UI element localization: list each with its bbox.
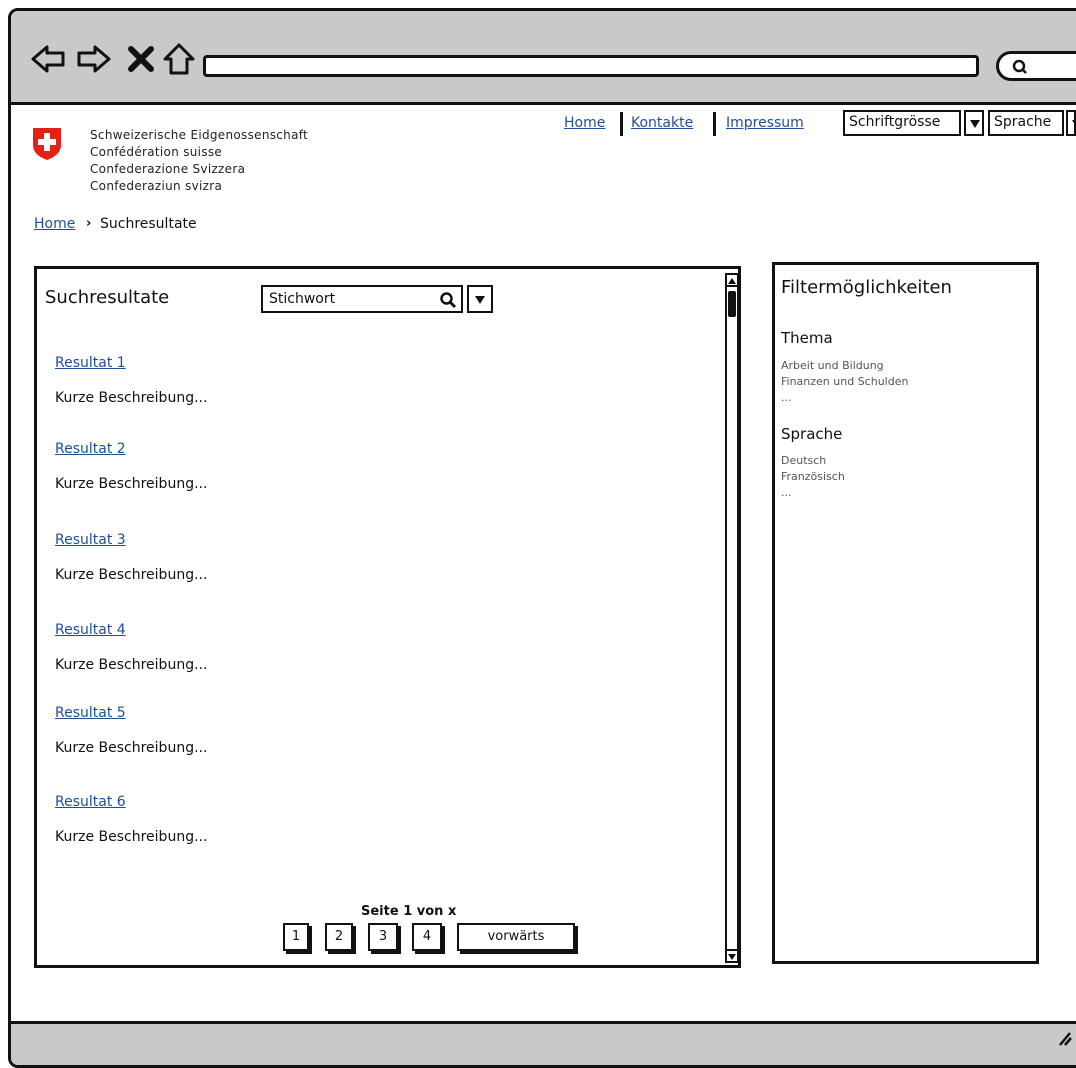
- filter-option[interactable]: Arbeit und Bildung: [781, 359, 884, 372]
- result-link[interactable]: Resultat 6: [55, 794, 126, 810]
- breadcrumb-chevron-icon: ›: [86, 216, 92, 231]
- keyword-dropdown-button[interactable]: [467, 285, 493, 313]
- results-title: Suchresultate: [45, 287, 170, 308]
- result-link[interactable]: Resultat 5: [55, 705, 126, 721]
- browser-toolbar: [11, 11, 1076, 105]
- filter-option[interactable]: Französisch: [781, 470, 845, 483]
- language-dropdown-arrow[interactable]: [1066, 110, 1076, 136]
- link-divider: [620, 112, 623, 136]
- filter-heading-sprache: Sprache: [781, 425, 843, 443]
- filter-panel: Filtermöglichkeiten Thema Arbeit und Bil…: [772, 262, 1039, 964]
- federal-name-it: Confederazione Svizzera: [90, 162, 246, 176]
- stop-icon[interactable]: [123, 39, 163, 79]
- page-button-2[interactable]: 2: [325, 923, 353, 951]
- result-description: Kurze Beschreibung...: [55, 657, 208, 673]
- breadcrumb-current: Suchresultate: [100, 216, 197, 232]
- filter-heading-thema: Thema: [781, 329, 833, 347]
- browser-search-field[interactable]: [996, 51, 1076, 81]
- font-size-dropdown[interactable]: Schriftgrösse: [843, 110, 961, 136]
- result-description: Kurze Beschreibung...: [55, 390, 208, 406]
- result-link[interactable]: Resultat 2: [55, 441, 126, 457]
- swiss-flag-logo: [32, 127, 62, 161]
- federal-name-rm: Confederaziun svizra: [90, 179, 223, 193]
- keyword-placeholder: Stichwort: [269, 291, 336, 307]
- back-arrow-icon[interactable]: [29, 39, 69, 79]
- result-description: Kurze Beschreibung...: [55, 740, 208, 756]
- browser-status-bar: [11, 1021, 1076, 1065]
- keyword-search-input[interactable]: Stichwort: [261, 285, 463, 313]
- result-description: Kurze Beschreibung...: [55, 567, 208, 583]
- result-link[interactable]: Resultat 3: [55, 532, 126, 548]
- next-page-button[interactable]: vorwärts: [457, 923, 575, 951]
- filter-option[interactable]: Finanzen und Schulden: [781, 375, 908, 388]
- forward-arrow-icon[interactable]: [73, 39, 113, 79]
- resize-grip-icon[interactable]: [1058, 1030, 1072, 1046]
- breadcrumb-home[interactable]: Home: [34, 216, 75, 232]
- search-icon[interactable]: [439, 291, 457, 309]
- result-link[interactable]: Resultat 1: [55, 355, 126, 371]
- filter-option-more[interactable]: ...: [781, 486, 792, 499]
- font-size-dropdown-arrow[interactable]: [964, 110, 984, 136]
- home-icon[interactable]: [159, 39, 199, 79]
- federal-name-de: Schweizerische Eidgenossenschaft: [90, 128, 309, 142]
- top-link-kontakte[interactable]: Kontakte: [631, 115, 693, 131]
- federal-name-fr: Confédération suisse: [90, 145, 223, 159]
- page-button-4[interactable]: 4: [412, 923, 442, 951]
- filter-option-more[interactable]: ...: [781, 391, 792, 404]
- results-scrollbar[interactable]: [725, 273, 739, 963]
- page-button-3[interactable]: 3: [368, 923, 398, 951]
- scroll-up-arrow-icon[interactable]: [727, 275, 737, 287]
- page-info: Seite 1 von x: [361, 904, 457, 919]
- top-link-impressum[interactable]: Impressum: [726, 115, 804, 131]
- top-link-home[interactable]: Home: [564, 115, 605, 131]
- filter-title: Filtermöglichkeiten: [781, 277, 952, 298]
- result-description: Kurze Beschreibung...: [55, 829, 208, 845]
- result-link[interactable]: Resultat 4: [55, 622, 126, 638]
- link-divider: [713, 112, 716, 136]
- address-bar[interactable]: [203, 55, 979, 77]
- results-panel: Suchresultate Stichwort Resultat 1 Kurze…: [34, 266, 741, 968]
- filter-option[interactable]: Deutsch: [781, 454, 826, 467]
- scroll-down-arrow-icon[interactable]: [727, 949, 737, 961]
- language-dropdown[interactable]: Sprache: [988, 110, 1064, 136]
- page-button-1[interactable]: 1: [283, 923, 309, 951]
- scroll-thumb[interactable]: [728, 291, 736, 317]
- search-icon: [1012, 59, 1027, 74]
- result-description: Kurze Beschreibung...: [55, 476, 208, 492]
